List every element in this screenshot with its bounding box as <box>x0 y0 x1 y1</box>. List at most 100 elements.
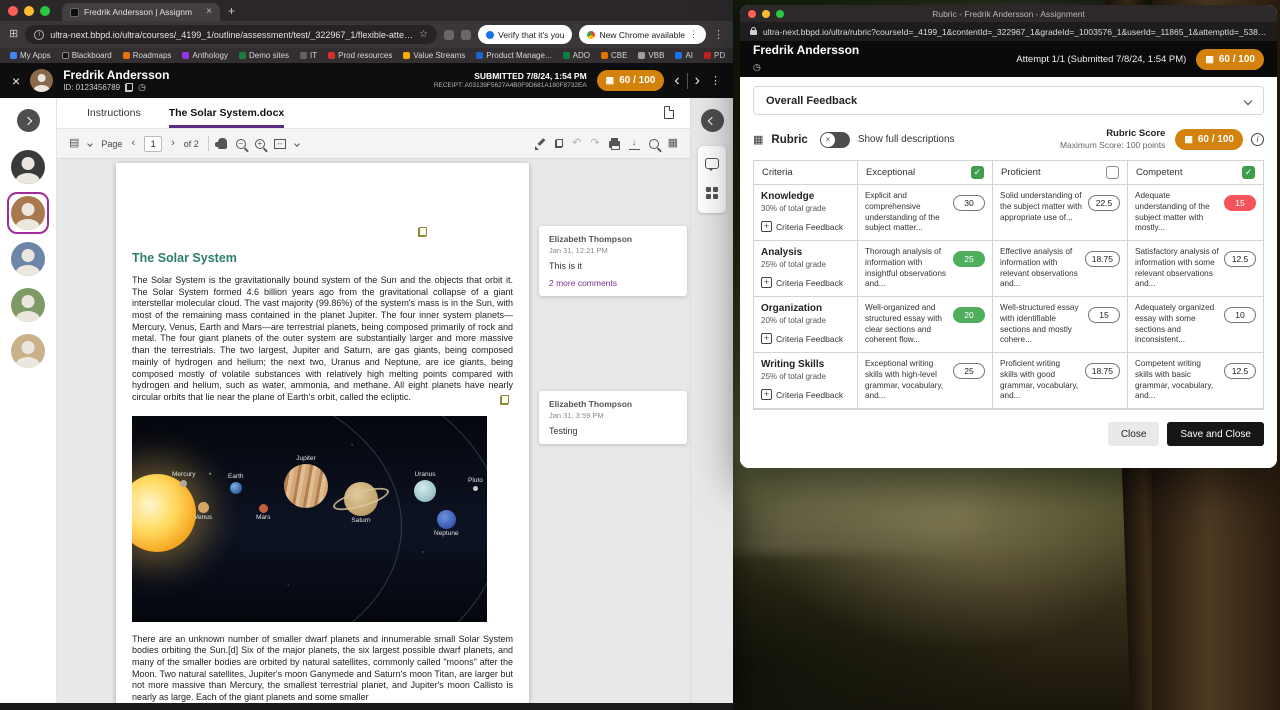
document-page-icon[interactable] <box>664 106 674 119</box>
bookmark-item[interactable]: Roadmaps <box>123 51 172 60</box>
column-checkbox[interactable]: ✓ <box>1106 166 1119 179</box>
annotate-icon[interactable] <box>535 138 546 150</box>
save-and-close-button[interactable]: Save and Close <box>1167 422 1264 446</box>
score-pill[interactable]: 15 <box>1224 195 1256 211</box>
next-page-icon[interactable]: › <box>171 138 175 149</box>
url-text[interactable]: ultra-next.bbpd.io/ultra/courses/_4199_1… <box>50 30 413 40</box>
rubric-cell[interactable]: Competent writing skills with basic gram… <box>1128 353 1263 409</box>
close-button[interactable]: Close <box>1108 422 1160 446</box>
more-options-icon[interactable]: ⋮ <box>710 74 721 87</box>
previous-student-icon[interactable]: ‹ <box>674 72 679 90</box>
bookmark-item[interactable]: Product Manage... <box>476 51 551 60</box>
table-view-icon[interactable]: ▦ <box>668 138 678 149</box>
show-descriptions-toggle[interactable]: × <box>820 132 850 148</box>
redo-icon[interactable]: ↷ <box>590 138 599 149</box>
student-roster-avatar[interactable] <box>7 284 49 326</box>
minimize-window-button[interactable] <box>24 6 34 16</box>
zoom-options-icon[interactable] <box>294 141 300 147</box>
rubric-cell[interactable]: Adequate understanding of the subject ma… <box>1128 185 1263 241</box>
score-pill[interactable]: 15 <box>1088 307 1120 323</box>
thumbnail-panel-icon[interactable]: ▤ <box>69 138 79 149</box>
new-tab-button[interactable]: + <box>228 4 235 18</box>
rubric-cell[interactable]: Thorough analysis of information with in… <box>858 241 993 297</box>
tab-document[interactable]: The Solar System.docx <box>169 107 285 128</box>
bookmark-item[interactable]: VBB <box>638 51 664 60</box>
criteria-feedback-link[interactable]: +Criteria Feedback <box>761 221 850 232</box>
zoom-in-icon[interactable]: + <box>255 139 265 149</box>
rubric-cell[interactable]: Effective analysis of information with r… <box>993 241 1128 297</box>
rubric-cell[interactable]: Proficient writing skills with good gram… <box>993 353 1128 409</box>
close-panel-icon[interactable]: × <box>12 74 20 88</box>
student-roster-avatar[interactable] <box>7 330 49 372</box>
close-window-button[interactable] <box>748 10 756 18</box>
tab-groups-icon[interactable]: ⊞ <box>9 29 18 40</box>
bookmark-item[interactable]: Value Streams <box>403 51 465 60</box>
attempt-history-clock-icon[interactable]: ◷ <box>753 62 761 72</box>
more-comments-link[interactable]: 2 more comments <box>549 278 677 288</box>
verify-identity-chip[interactable]: Verify that it's you <box>478 25 572 44</box>
rubric-tool-icon[interactable] <box>706 187 718 199</box>
comments-tool-icon[interactable] <box>705 158 719 169</box>
extension-icon[interactable] <box>461 30 471 40</box>
rubric-cell[interactable]: Adequately organized essay with some sec… <box>1128 297 1263 353</box>
student-roster-avatar[interactable] <box>7 146 49 188</box>
page-number-input[interactable]: 1 <box>144 136 162 152</box>
score-pill[interactable]: 10 <box>1224 307 1256 323</box>
grade-pill[interactable]: ▦ 60 / 100 <box>597 70 665 91</box>
copy-id-icon[interactable] <box>125 83 133 92</box>
comment-card[interactable]: Elizabeth Thompson Jan 31, 12:21 PM This… <box>539 226 687 296</box>
score-pill[interactable]: 30 <box>953 195 985 211</box>
close-window-button[interactable] <box>8 6 18 16</box>
site-info-icon[interactable]: i <box>34 30 44 40</box>
rubric-cell[interactable]: Well-structured essay with identifiable … <box>993 297 1128 353</box>
download-icon[interactable]: ↓ <box>629 138 640 150</box>
bookmark-item[interactable]: AI <box>675 51 693 60</box>
column-checkbox[interactable]: ✓ <box>971 166 984 179</box>
expand-roster-button[interactable] <box>17 109 40 132</box>
attempt-history-clock-icon[interactable]: ◷ <box>138 83 146 92</box>
rubric-cell[interactable]: Solid understanding of the subject matte… <box>993 185 1128 241</box>
score-pill[interactable]: 18.75 <box>1085 363 1120 379</box>
rubric-cell[interactable]: Satisfactory analysis of information wit… <box>1128 241 1263 297</box>
criteria-feedback-link[interactable]: +Criteria Feedback <box>761 277 850 288</box>
bookmark-item[interactable]: ADO <box>563 51 590 60</box>
rubric-cell[interactable]: Exceptional writing skills with high-lev… <box>858 353 993 409</box>
comment-marker-icon[interactable] <box>418 227 427 237</box>
score-pill[interactable]: 12.5 <box>1224 251 1256 267</box>
zoom-window-button[interactable] <box>40 6 50 16</box>
score-pill[interactable]: 18.75 <box>1085 251 1120 267</box>
undo-icon[interactable]: ↶ <box>572 138 581 149</box>
search-icon[interactable] <box>649 139 659 149</box>
browser-tab[interactable]: Fredrik Andersson | Assignm × <box>62 3 220 21</box>
score-pill[interactable]: 20 <box>953 307 985 323</box>
criteria-feedback-link[interactable]: +Criteria Feedback <box>761 389 850 400</box>
chevron-down-icon[interactable] <box>1244 96 1252 104</box>
fit-width-icon[interactable]: ↔ <box>274 139 286 149</box>
criteria-feedback-link[interactable]: +Criteria Feedback <box>761 333 850 344</box>
pan-tool-icon[interactable] <box>218 138 227 149</box>
chip-menu-icon[interactable]: ⋮ <box>689 29 698 40</box>
address-bar[interactable]: i ultra-next.bbpd.io/ultra/courses/_4199… <box>25 25 437 44</box>
score-pill[interactable]: 12.5 <box>1224 363 1256 379</box>
zoom-window-button[interactable] <box>776 10 784 18</box>
student-roster-avatar[interactable] <box>7 192 49 234</box>
rubric-cell[interactable]: Explicit and comprehensive understanding… <box>858 185 993 241</box>
print-icon[interactable] <box>609 141 620 148</box>
minimize-window-button[interactable] <box>762 10 770 18</box>
comment-marker-icon[interactable] <box>500 395 509 405</box>
extension-icon[interactable] <box>444 30 454 40</box>
bookmark-item[interactable]: My Apps <box>10 51 51 60</box>
popup-url[interactable]: ultra-next.bbpd.io/ultra/rubric?courseId… <box>763 27 1267 37</box>
comment-card[interactable]: Elizabeth Thompson Jan 31, 3:59 PM Testi… <box>539 391 687 444</box>
tab-instructions[interactable]: Instructions <box>87 107 141 128</box>
pages-icon[interactable] <box>555 139 563 148</box>
browser-menu-icon[interactable]: ⋮ <box>713 28 724 41</box>
score-pill[interactable]: 22.5 <box>1088 195 1120 211</box>
grade-pill[interactable]: ▦ 60 / 100 <box>1196 49 1264 70</box>
bookmark-star-icon[interactable]: ☆ <box>419 29 428 40</box>
bookmark-item[interactable]: Blackboard <box>62 51 112 60</box>
bookmark-item[interactable]: IT <box>300 51 317 60</box>
student-roster-avatar[interactable] <box>7 238 49 280</box>
bookmark-item[interactable]: Anthology <box>182 51 228 60</box>
zoom-out-icon[interactable]: − <box>236 139 246 149</box>
